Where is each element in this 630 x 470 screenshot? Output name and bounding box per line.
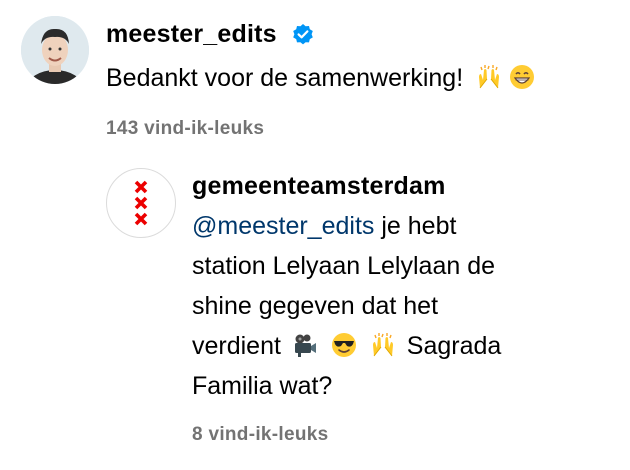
main-comment: meester_edits Bedankt voor de samenwerki… (0, 0, 630, 150)
raising-hands-icon (372, 333, 393, 357)
main-comment-header: meester_edits (106, 20, 315, 49)
reply-line-4-end: Sagrada (406, 332, 502, 360)
grinning-face-icon (510, 65, 535, 89)
reply-header: gemeenteamsterdam (192, 172, 446, 201)
username[interactable]: gemeenteamsterdam (192, 172, 446, 201)
comment-text: Bedankt voor de samenwerking! (106, 58, 535, 98)
reply-comment: gemeenteamsterdam @meester_edits je hebt… (0, 150, 630, 470)
amsterdam-xxx-logo-icon (134, 180, 148, 226)
like-count[interactable]: 8 vind-ik-leuks (192, 424, 329, 446)
reply-line-3: shine gegeven dat het (192, 292, 439, 320)
movie-camera-icon (294, 334, 316, 357)
reply-line-2: station Lelyaan Lelylaan de (192, 252, 496, 280)
reply-text: @meester_edits je hebt station Lelyaan L… (192, 206, 501, 406)
comment-text-content: Bedankt voor de samenwerking! (106, 64, 464, 92)
sunglasses-face-icon (331, 333, 356, 357)
reply-line-1: @meester_edits je hebt (192, 206, 501, 246)
avatar-photo (21, 16, 89, 84)
reply-line-4-start: verdient (192, 332, 281, 360)
username[interactable]: meester_edits (106, 20, 277, 49)
avatar[interactable] (21, 16, 89, 84)
reply-line-1-rest: je hebt (374, 212, 457, 240)
mention-link[interactable]: @meester_edits (192, 212, 374, 240)
reply-line-4: verdient Sagrada (192, 326, 501, 366)
raising-hands-icon (479, 65, 500, 89)
reply-line-5: Familia wat? (192, 372, 333, 400)
verified-badge-icon (293, 23, 314, 44)
avatar[interactable] (106, 168, 176, 238)
like-count[interactable]: 143 vind-ik-leuks (106, 118, 264, 140)
